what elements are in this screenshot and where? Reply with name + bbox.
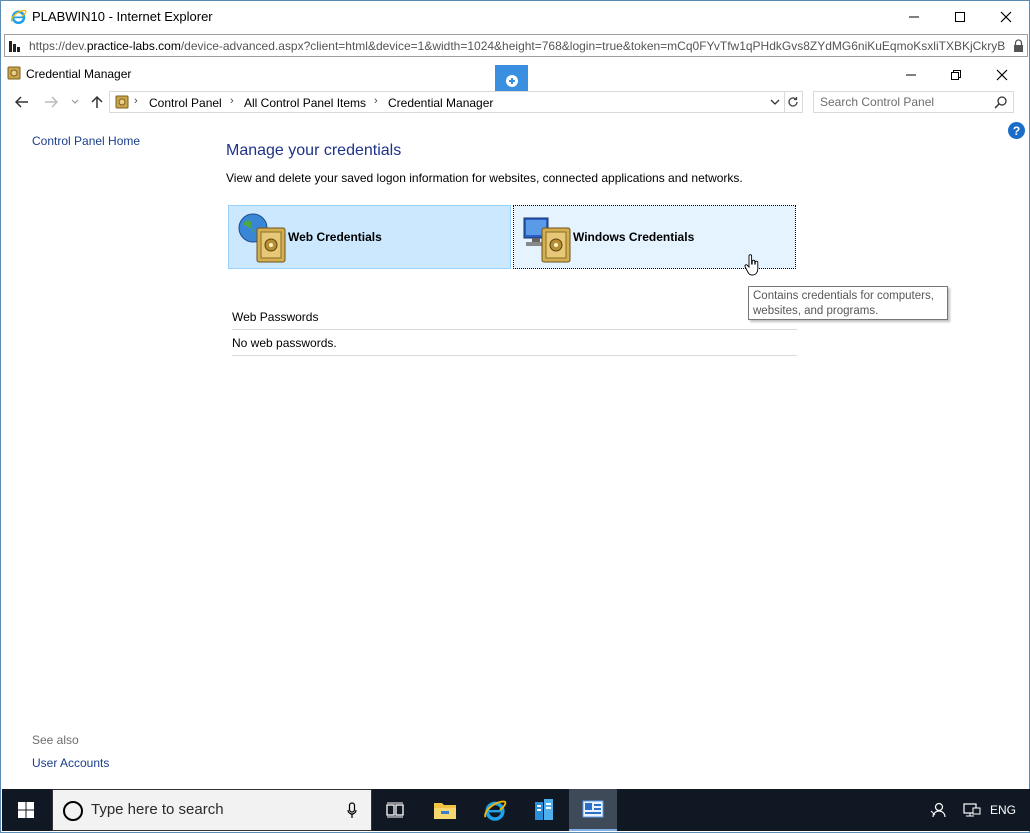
windows-credentials-label: Windows Credentials [573, 230, 695, 244]
cm-close-button[interactable] [979, 59, 1025, 90]
refresh-icon [788, 97, 798, 107]
section-divider [232, 329, 797, 330]
breadcrumb-separator-icon[interactable]: › [230, 95, 234, 107]
search-control-panel[interactable] [813, 91, 1014, 113]
browser-window: PLABWIN10 - Internet Explorer https://de… [0, 0, 1030, 833]
address-url[interactable]: https://dev.practice-labs.com/device-adv… [29, 39, 1009, 53]
web-credentials-label: Web Credentials [288, 230, 382, 244]
url-prefix: https://dev. [29, 39, 87, 53]
see-also-label: See also [32, 733, 79, 747]
cm-minimize-button[interactable] [888, 59, 934, 90]
hand-cursor-icon [744, 254, 759, 276]
file-explorer-button[interactable] [421, 789, 469, 831]
recent-locations-button[interactable] [67, 89, 83, 115]
server-manager-button[interactable] [520, 789, 568, 831]
task-view-button[interactable] [371, 789, 419, 831]
lock-icon[interactable] [1013, 39, 1024, 52]
section-divider [232, 355, 797, 356]
credential-manager-icon [582, 800, 604, 818]
refresh-button[interactable] [784, 91, 803, 113]
maximize-icon [955, 11, 965, 22]
page-description: View and delete your saved logon informa… [226, 171, 743, 185]
search-input[interactable] [820, 95, 990, 109]
breadcrumb-all-items[interactable]: All Control Panel Items [244, 96, 366, 110]
ie-window-title: PLABWIN10 - Internet Explorer [32, 9, 213, 24]
url-path: /device-advanced.aspx?client=html&device… [180, 39, 1006, 53]
internet-explorer-taskbar-button[interactable] [471, 789, 519, 831]
minimize-icon [906, 74, 916, 75]
plus-circle-icon [505, 74, 518, 87]
taskbar-search-input[interactable] [91, 801, 331, 818]
windows-logo-icon [18, 802, 34, 818]
computer-vault-icon [523, 217, 571, 263]
breadcrumb[interactable]: › Control Panel › All Control Panel Item… [109, 91, 785, 113]
restore-icon [951, 69, 961, 80]
window-title: Credential Manager [26, 67, 132, 81]
network-icon [963, 803, 981, 817]
forward-button[interactable] [39, 89, 63, 115]
arrow-left-icon [15, 96, 28, 108]
ie-maximize-button[interactable] [937, 1, 983, 32]
control-panel-icon [115, 95, 129, 109]
language-indicator[interactable]: ENG [988, 789, 1018, 831]
arrow-right-icon [45, 96, 58, 108]
control-panel-home-link[interactable]: Control Panel Home [32, 134, 140, 148]
up-button[interactable] [87, 89, 107, 115]
breadcrumb-credential-manager[interactable]: Credential Manager [388, 96, 493, 110]
start-button[interactable] [2, 789, 50, 831]
user-accounts-link[interactable]: User Accounts [32, 756, 109, 770]
ie-close-button[interactable] [983, 1, 1029, 32]
cortana-icon [63, 801, 83, 821]
microphone-icon[interactable] [347, 802, 357, 819]
search-icon[interactable] [994, 96, 1007, 109]
back-button[interactable] [10, 89, 34, 115]
address-bar[interactable]: https://dev.practice-labs.com/device-adv… [4, 34, 1028, 57]
page-title: Manage your credentials [226, 142, 402, 159]
web-credentials-tile[interactable]: Web Credentials [228, 205, 511, 269]
ie-titlebar: PLABWIN10 - Internet Explorer [1, 1, 1029, 32]
internet-explorer-icon [484, 800, 507, 821]
empty-list-message: No web passwords. [232, 336, 337, 350]
taskbar-search[interactable] [52, 789, 372, 831]
close-icon [1000, 11, 1012, 22]
breadcrumb-separator-icon[interactable]: › [374, 95, 378, 107]
file-explorer-icon [434, 803, 456, 819]
internet-explorer-icon [10, 9, 27, 25]
chevron-down-icon[interactable] [770, 99, 780, 106]
tooltip: Contains credentials for computers, webs… [748, 286, 948, 320]
globe-vault-icon [238, 213, 286, 263]
taskbar: ENG [2, 789, 1030, 831]
arrow-up-icon [91, 95, 103, 108]
web-passwords-header: Web Passwords [232, 310, 319, 324]
ie-minimize-button[interactable] [891, 1, 937, 32]
credential-manager-icon [7, 66, 21, 80]
people-icon [930, 802, 946, 818]
people-button[interactable] [926, 789, 950, 831]
cm-restore-button[interactable] [933, 59, 979, 90]
chevron-down-icon [71, 99, 79, 104]
server-manager-icon [535, 799, 553, 820]
network-button[interactable] [960, 789, 984, 831]
credential-manager-taskbar-button[interactable] [569, 789, 617, 831]
breadcrumb-separator-icon[interactable]: › [134, 95, 138, 107]
close-icon [996, 69, 1008, 80]
help-icon[interactable]: ? [1008, 122, 1025, 139]
breadcrumb-control-panel[interactable]: Control Panel [149, 96, 222, 110]
task-view-icon [386, 802, 404, 818]
minimize-icon [909, 16, 919, 17]
url-domain: practice-labs.com [86, 39, 181, 53]
site-favicon-icon [9, 41, 20, 52]
